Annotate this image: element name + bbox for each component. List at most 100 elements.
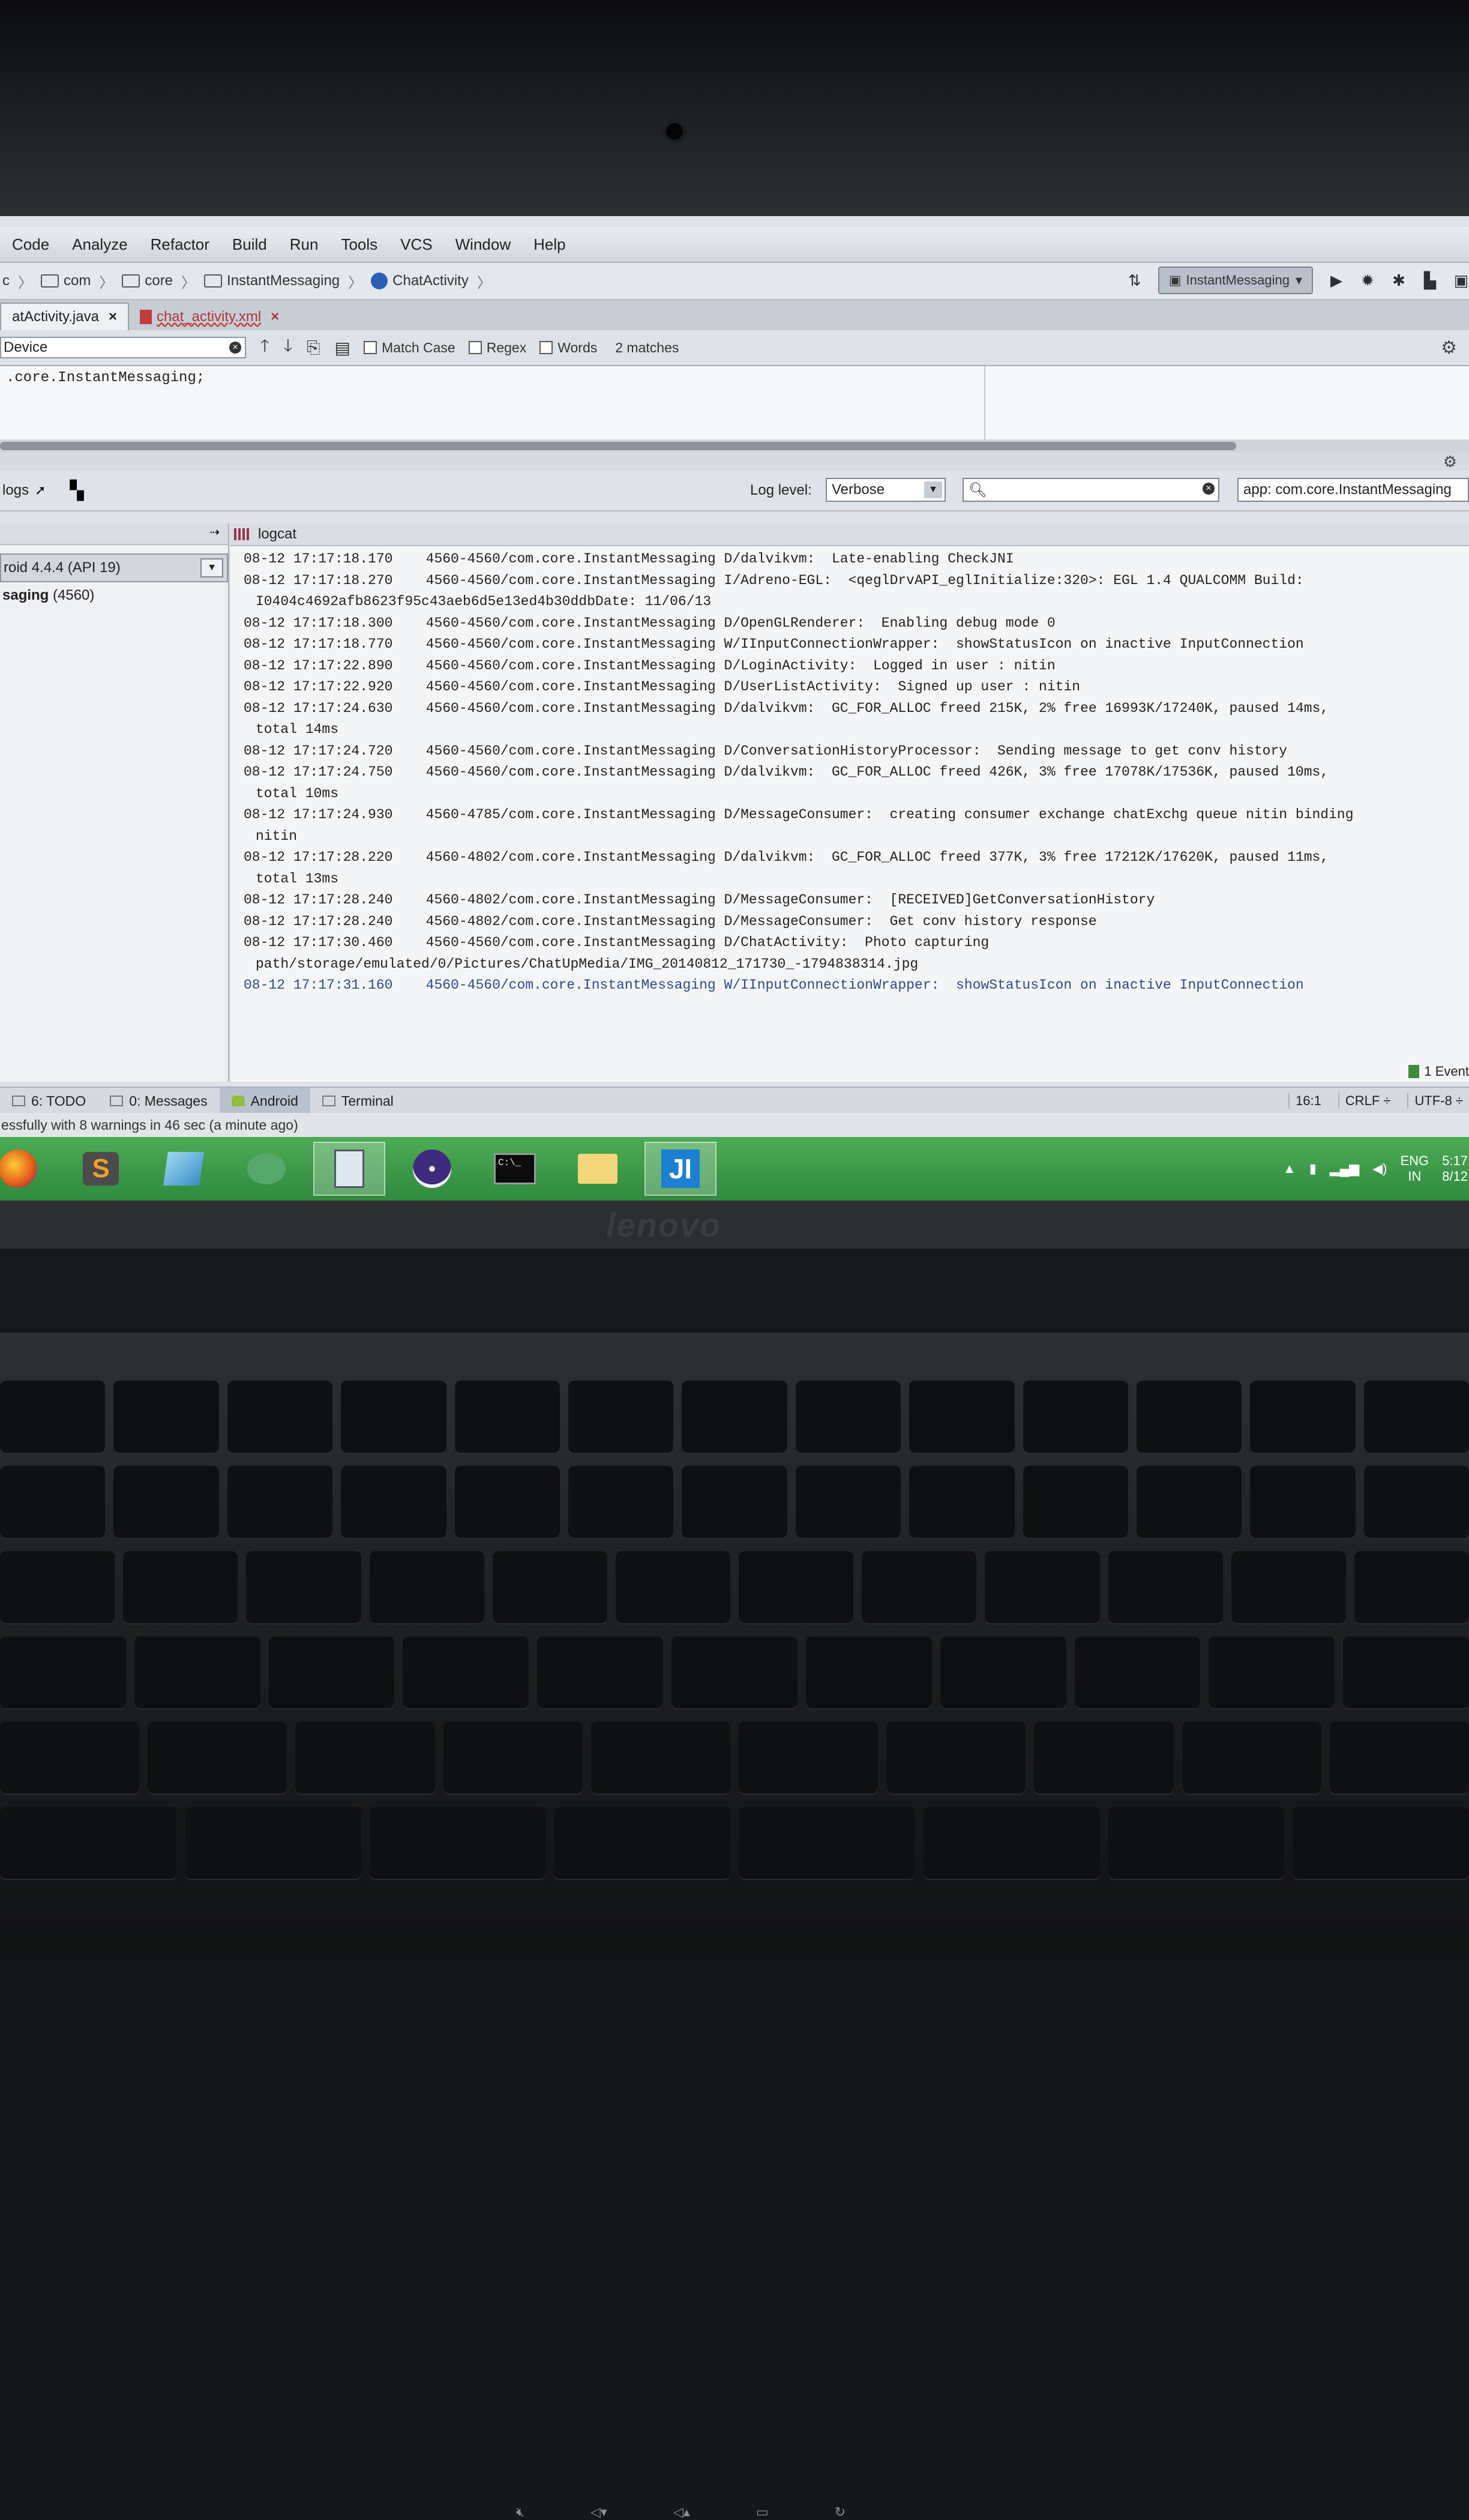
chevron-up-icon[interactable]: ▲ [1283,1161,1296,1177]
app-filter-select[interactable]: app: com.core.InstantMessaging [1237,478,1469,502]
menu-help[interactable]: Help [533,235,565,254]
debug-icon[interactable]: ✹ [1360,271,1375,289]
breadcrumb-item[interactable]: ChatActivity 〉 [371,271,491,292]
keyboard-row [0,1636,1469,1708]
keyboard-key [795,1466,901,1538]
taskbar-explorer[interactable] [562,1142,634,1196]
keyboard-key [1023,1381,1128,1453]
line-separator[interactable]: CRLF ÷ [1338,1093,1397,1109]
menu-refactor[interactable]: Refactor [151,235,209,254]
clear-icon[interactable]: × [1203,483,1215,495]
tool-tab-android[interactable]: Android [219,1088,310,1114]
menu-window[interactable]: Window [455,235,511,254]
run-icon[interactable]: ▶ [1329,271,1344,289]
logcat-header: logcat [230,523,1469,546]
gear-icon[interactable]: ⚙ [1443,453,1457,471]
pin-icon[interactable]: ⇢ [209,525,220,540]
menu-analyze[interactable]: Analyze [72,235,128,254]
menu-run[interactable]: Run [290,235,319,254]
find-input[interactable]: Device × [0,337,246,358]
close-icon[interactable]: × [109,309,117,325]
keyboard-key [1250,1466,1356,1538]
process-item[interactable]: saging (4560) [0,582,228,609]
attach-debugger-icon[interactable]: ✱ [1391,271,1407,289]
menu-code[interactable]: Code [12,235,49,254]
tool-tab-messages[interactable]: 0: Messages [98,1088,219,1114]
log-line-continuation: path/storage/emulated/0/Pictures/ChatUpM… [256,956,919,972]
run-config-select[interactable]: ▣ InstantMessaging ▾ [1158,267,1313,294]
menu-tools[interactable]: Tools [341,235,377,254]
terminal-icon [322,1096,335,1106]
gear-icon[interactable]: ⚙ [1441,337,1457,358]
file-encoding[interactable]: UTF-8 ÷ [1407,1093,1469,1109]
event-log-button[interactable]: 1 Event [1408,1064,1469,1079]
menu-build[interactable]: Build [232,235,267,254]
keyboard-key [568,1381,674,1453]
breadcrumb-item[interactable]: com 〉 [41,271,113,292]
taskbar-notepad[interactable] [148,1142,220,1196]
chevron-right-icon: 〉 [181,274,196,291]
avd-manager-icon[interactable]: ▙ [1422,271,1438,289]
logs-tab[interactable]: logs [2,482,29,499]
cursor-position[interactable]: 16:1 [1288,1093,1327,1109]
words-checkbox[interactable]: Words [539,340,597,356]
keyboard-key [1023,1466,1128,1538]
tool-tab-todo[interactable]: 6: TODO [0,1088,98,1114]
keyboard-key [341,1381,446,1453]
logcat-search-input[interactable]: 🔍︎ × [963,478,1219,502]
breadcrumb-item[interactable]: core 〉 [122,271,196,292]
restart-icon[interactable]: ▚ [70,480,83,501]
keyboard-key [805,1636,932,1708]
logcat-output[interactable]: 08-12 17:17:18.170 4560-4560/com.core.In… [230,546,1469,996]
language-indicator[interactable]: ENG IN [1400,1153,1429,1184]
volume-icon[interactable]: ◀) [1372,1161,1387,1177]
tab-chat-activity-xml[interactable]: chat_activity.xml × [129,304,290,330]
battery-icon[interactable]: ▮ [1309,1161,1317,1177]
taskbar-installer[interactable] [313,1142,385,1196]
taskbar-gecko[interactable] [230,1142,302,1196]
keyboard-key [554,1807,730,1879]
pin-icon[interactable]: ➚ [35,483,46,498]
filter-icon[interactable]: ▤ [335,338,350,358]
close-icon[interactable]: × [271,309,279,325]
find-in-file-icon[interactable]: ⎘ [307,338,320,358]
match-case-checkbox[interactable]: Match Case [364,340,455,356]
horizontal-scrollbar[interactable] [0,439,1469,453]
sdk-manager-icon[interactable]: ▣ [1453,271,1469,289]
clear-icon[interactable]: × [229,342,241,354]
sort-icon[interactable]: ⇅ [1127,271,1143,289]
keyboard-key [1354,1551,1469,1623]
keyboard-key [403,1636,529,1708]
scrollbar-thumb[interactable] [0,442,1236,450]
signal-icon[interactable]: ▂▄▆ [1330,1161,1359,1177]
arrow-up-icon[interactable]: 🡑 [260,333,269,362]
keyboard-key [1074,1636,1201,1708]
keyboard-key [0,1636,126,1708]
log-level-select[interactable]: Verbose ▼ [826,478,946,502]
taskbar-intellij[interactable]: JI [644,1142,716,1196]
laptop-bezel [0,0,1469,216]
taskbar-cmd[interactable]: C:\_ [479,1142,551,1196]
display-icon: ▭ [756,2504,769,2519]
code-editor[interactable]: .core.InstantMessaging; [0,366,1469,439]
menu-vcs[interactable]: VCS [400,235,432,254]
arrow-down-icon[interactable]: 🡓 [284,333,293,362]
breadcrumb-item[interactable]: c 〉 [2,271,32,292]
clock[interactable]: 5:17 8/12 [1442,1153,1468,1184]
keyboard-key [184,1807,361,1879]
tab-chatactivity-java[interactable]: atActivity.java × [0,303,129,330]
taskbar-sublime[interactable]: S [65,1142,137,1196]
keyboard-key [341,1466,446,1538]
taskbar-firefox[interactable] [0,1142,54,1196]
keyboard-key [227,1381,333,1453]
breadcrumb-item[interactable]: InstantMessaging 〉 [204,271,362,292]
keyboard-key [0,1722,140,1794]
checkbox-icon [468,341,482,354]
device-select[interactable]: roid 4.4.4 (API 19) ▼ [0,553,228,582]
status-widgets: 16:1 CRLF ÷ UTF-8 ÷ [1288,1088,1469,1114]
tool-tab-terminal[interactable]: Terminal [310,1088,406,1114]
keyboard-key [1136,1381,1242,1453]
taskbar-eclipse[interactable] [396,1142,468,1196]
android-icon: ▣ [1168,273,1182,288]
regex-checkbox[interactable]: Regex [468,340,526,356]
